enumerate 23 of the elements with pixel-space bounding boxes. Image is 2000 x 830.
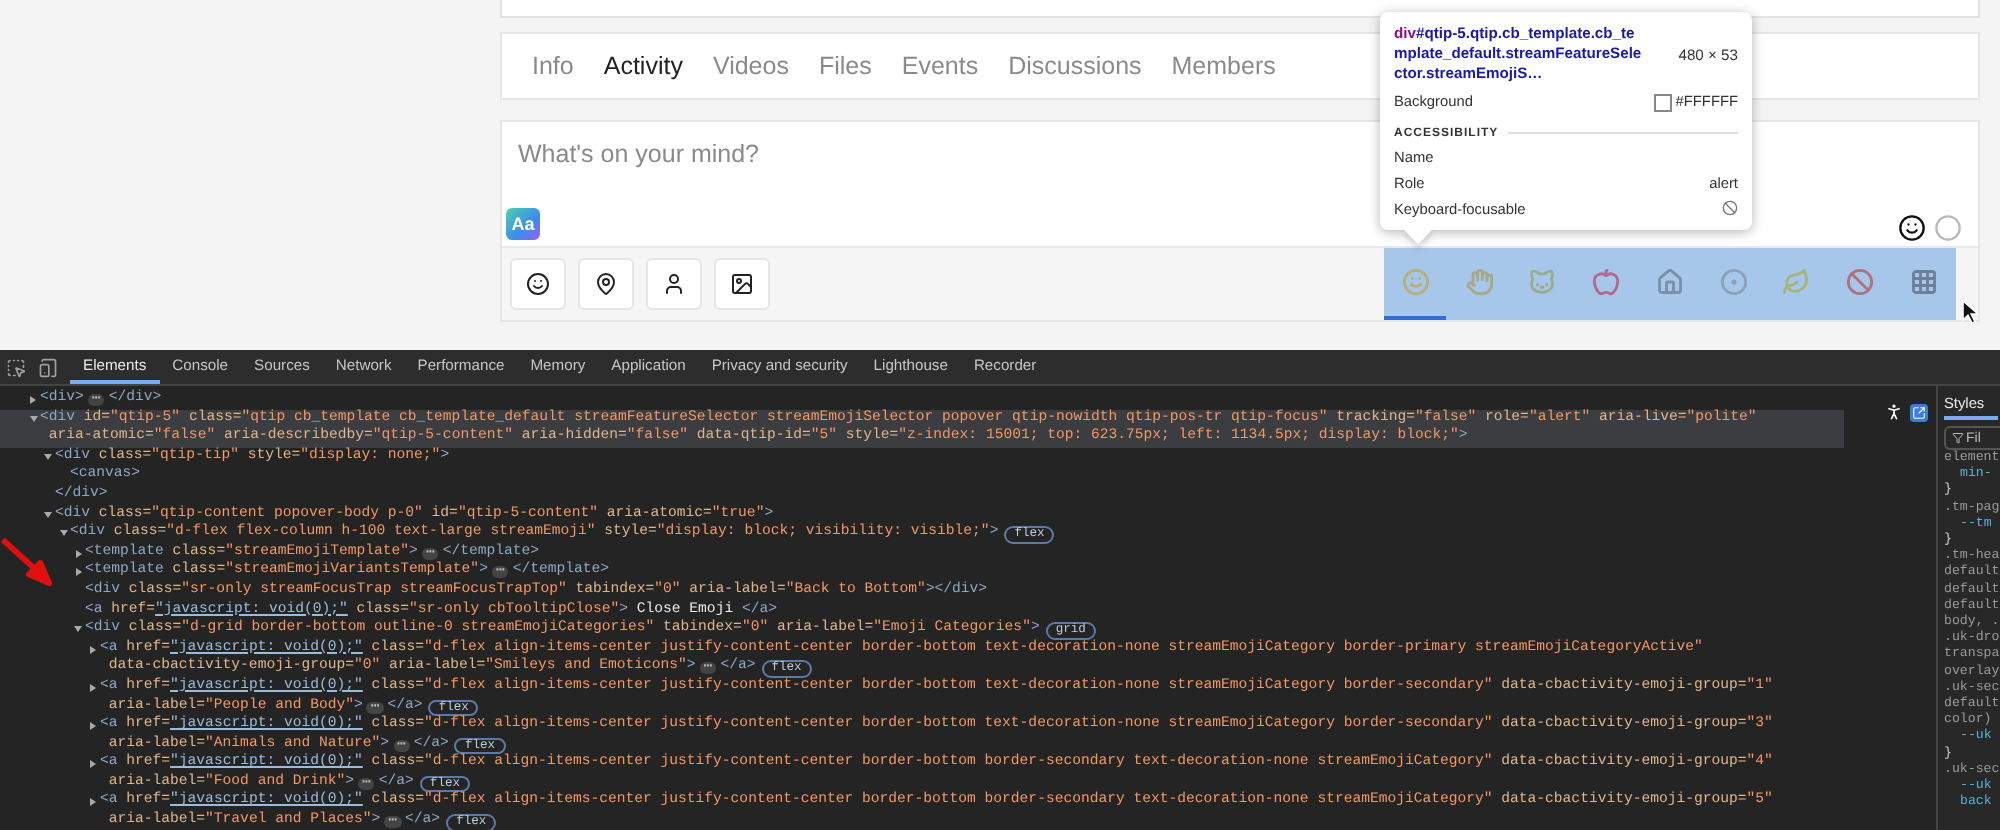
smiley-button[interactable]	[510, 258, 566, 310]
pin-icon	[594, 272, 618, 296]
smiley-icon	[1401, 268, 1430, 296]
square-arrow-icon[interactable]	[1910, 403, 1928, 421]
smiley-icon[interactable]	[1898, 214, 1926, 242]
inspect-icon[interactable]	[6, 357, 26, 377]
apple-icon	[1592, 268, 1621, 296]
smiley-icon	[526, 272, 550, 296]
filter-icon	[1952, 432, 1964, 444]
profile-tab[interactable]: Activity	[603, 52, 683, 80]
house-icon	[1655, 268, 1684, 296]
person-icon	[662, 272, 686, 296]
leaf-icon	[1782, 268, 1811, 296]
arrow-annotation	[0, 534, 52, 586]
person-icon[interactable]	[1884, 402, 1904, 422]
sign-icon	[1846, 268, 1875, 296]
image-button[interactable]	[714, 258, 770, 310]
pin-button[interactable]	[578, 258, 634, 310]
device-icon[interactable]	[38, 357, 58, 377]
image-icon	[730, 272, 754, 296]
cat-icon	[1528, 268, 1557, 296]
hand-icon	[1465, 268, 1494, 296]
person-button[interactable]	[646, 258, 702, 310]
